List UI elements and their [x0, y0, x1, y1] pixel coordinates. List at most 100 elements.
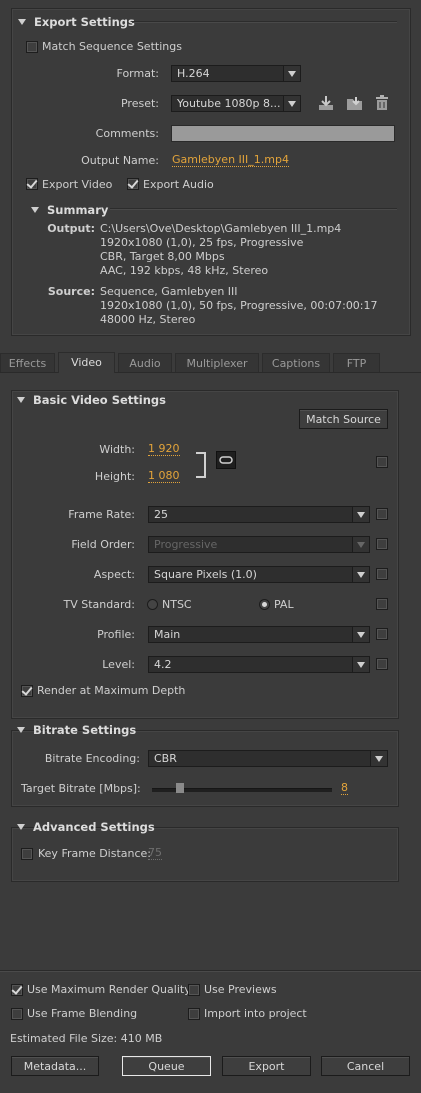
- width-value[interactable]: 1 920: [148, 443, 180, 456]
- link-icon[interactable]: [216, 451, 236, 469]
- cancel-button[interactable]: Cancel: [321, 1056, 410, 1076]
- chevron-down-icon: [370, 751, 387, 766]
- summary-source-label: Source:: [47, 285, 95, 298]
- pal-radio[interactable]: [259, 599, 270, 610]
- chevron-down-icon: [283, 66, 300, 81]
- chevron-down-icon: [352, 507, 369, 522]
- format-select[interactable]: H.264: [171, 65, 301, 82]
- width-label: Width:: [99, 443, 135, 456]
- queue-button[interactable]: Queue: [122, 1056, 211, 1076]
- aspect-label: Aspect:: [93, 568, 135, 581]
- bitrate-header[interactable]: Bitrate Settings: [17, 723, 136, 737]
- trash-icon[interactable]: [375, 95, 389, 111]
- footer-divider: [0, 970, 421, 972]
- height-value[interactable]: 1 080: [148, 470, 180, 483]
- export-button[interactable]: Export: [222, 1056, 311, 1076]
- export-video-checkbox[interactable]: [26, 178, 38, 190]
- summary-output-line: AAC, 192 kbps, 48 kHz, Stereo: [100, 264, 269, 277]
- basic-video-header[interactable]: Basic Video Settings: [17, 393, 166, 407]
- target-bitrate-slider-thumb[interactable]: [176, 783, 184, 793]
- ntsc-label: NTSC: [162, 598, 192, 611]
- tab-effects[interactable]: Effects: [0, 353, 55, 372]
- match-source-button[interactable]: Match Source: [299, 409, 388, 429]
- frame-blending-label: Use Frame Blending: [27, 1007, 138, 1020]
- target-bitrate-label: Target Bitrate [Mbps]:: [21, 782, 141, 795]
- bitrate-encoding-select[interactable]: CBR: [148, 750, 388, 767]
- summary-source-line: 1920x1080 (1,0), 50 fps, Progressive, 00…: [100, 299, 378, 312]
- chevron-down-icon: [352, 567, 369, 582]
- summary-output-label: Output:: [47, 222, 95, 235]
- frame-rate-checkbox[interactable]: [376, 508, 388, 520]
- ntsc-radio[interactable]: [147, 599, 158, 610]
- frame-rate-select[interactable]: 25: [148, 506, 370, 523]
- aspect-checkbox[interactable]: [376, 568, 388, 580]
- summary-header[interactable]: Summary: [31, 203, 108, 217]
- metadata-button[interactable]: Metadata...: [11, 1056, 99, 1076]
- chevron-down-icon: [283, 96, 300, 111]
- export-audio-checkbox[interactable]: [127, 178, 139, 190]
- tab-ftp[interactable]: FTP: [333, 353, 380, 372]
- height-label: Height:: [94, 470, 135, 483]
- profile-select[interactable]: Main: [148, 626, 370, 643]
- tab-video[interactable]: Video: [58, 352, 115, 373]
- export-audio-label: Export Audio: [143, 178, 214, 191]
- tab-captions[interactable]: Captions: [262, 353, 330, 372]
- frame-blending-checkbox[interactable]: [11, 1008, 23, 1020]
- render-max-depth-checkbox[interactable]: [21, 685, 33, 697]
- field-order-checkbox[interactable]: [376, 538, 388, 550]
- divider: [132, 21, 397, 23]
- key-frame-checkbox[interactable]: [21, 848, 33, 860]
- tv-standard-label: TV Standard:: [63, 598, 136, 611]
- max-render-quality-label: Use Maximum Render Quality: [27, 983, 191, 996]
- save-preset-icon[interactable]: [318, 95, 334, 111]
- tab-audio[interactable]: Audio: [118, 353, 172, 372]
- tv-standard-checkbox[interactable]: [376, 598, 388, 610]
- advanced-header[interactable]: Advanced Settings: [17, 820, 155, 834]
- profile-label: Profile:: [97, 628, 135, 641]
- output-name-label: Output Name:: [81, 154, 159, 167]
- target-bitrate-value[interactable]: 8: [341, 782, 348, 795]
- summary-source-line: Sequence, Gamlebyen III: [100, 285, 238, 298]
- summary-output-line: 1920x1080 (1,0), 25 fps, Progressive: [100, 236, 304, 249]
- collapse-triangle-icon: [31, 207, 39, 213]
- collapse-triangle-icon: [17, 397, 25, 403]
- export-video-label: Export Video: [42, 178, 113, 191]
- dimensions-override-checkbox[interactable]: [376, 456, 388, 468]
- import-preset-icon[interactable]: [346, 95, 364, 111]
- import-project-checkbox[interactable]: [188, 1008, 200, 1020]
- chevron-down-icon: [352, 537, 369, 552]
- aspect-bracket: [196, 452, 206, 478]
- preset-label: Preset:: [120, 97, 159, 110]
- field-order-select: Progressive: [148, 536, 370, 553]
- max-render-quality-checkbox[interactable]: [11, 984, 23, 996]
- output-name-link[interactable]: Gamlebyen III_1.mp4: [172, 154, 289, 167]
- comments-label: Comments:: [95, 127, 159, 140]
- import-project-label: Import into project: [204, 1007, 307, 1020]
- use-previews-label: Use Previews: [204, 983, 277, 996]
- match-sequence-checkbox[interactable]: [26, 41, 38, 53]
- key-frame-value[interactable]: 75: [148, 847, 162, 860]
- use-previews-checkbox[interactable]: [188, 984, 200, 996]
- field-order-label: Field Order:: [71, 538, 135, 551]
- collapse-triangle-icon: [18, 19, 26, 25]
- summary-output-line: CBR, Target 8,00 Mbps: [100, 250, 225, 263]
- pal-label: PAL: [274, 598, 294, 611]
- export-settings-header[interactable]: Export Settings: [18, 15, 135, 29]
- level-checkbox[interactable]: [376, 658, 388, 670]
- divider: [110, 208, 397, 210]
- summary-output-line: C:\Users\Ove\Desktop\Gamlebyen III_1.mp4: [100, 222, 342, 235]
- level-label: Level:: [102, 658, 135, 671]
- collapse-triangle-icon: [17, 824, 25, 830]
- match-sequence-label: Match Sequence Settings: [42, 40, 182, 53]
- aspect-select[interactable]: Square Pixels (1.0): [148, 566, 370, 583]
- preset-select[interactable]: Youtube 1080p 8...: [171, 95, 301, 112]
- bitrate-panel: [11, 730, 399, 807]
- summary-source-line: 48000 Hz, Stereo: [100, 313, 196, 326]
- format-label: Format:: [116, 67, 159, 80]
- profile-checkbox[interactable]: [376, 628, 388, 640]
- tab-multiplexer[interactable]: Multiplexer: [175, 353, 259, 372]
- estimated-file-size: Estimated File Size: 410 MB: [10, 1032, 163, 1045]
- comments-input[interactable]: [171, 125, 395, 142]
- level-select[interactable]: 4.2: [148, 656, 370, 673]
- key-frame-label: Key Frame Distance:: [38, 847, 152, 860]
